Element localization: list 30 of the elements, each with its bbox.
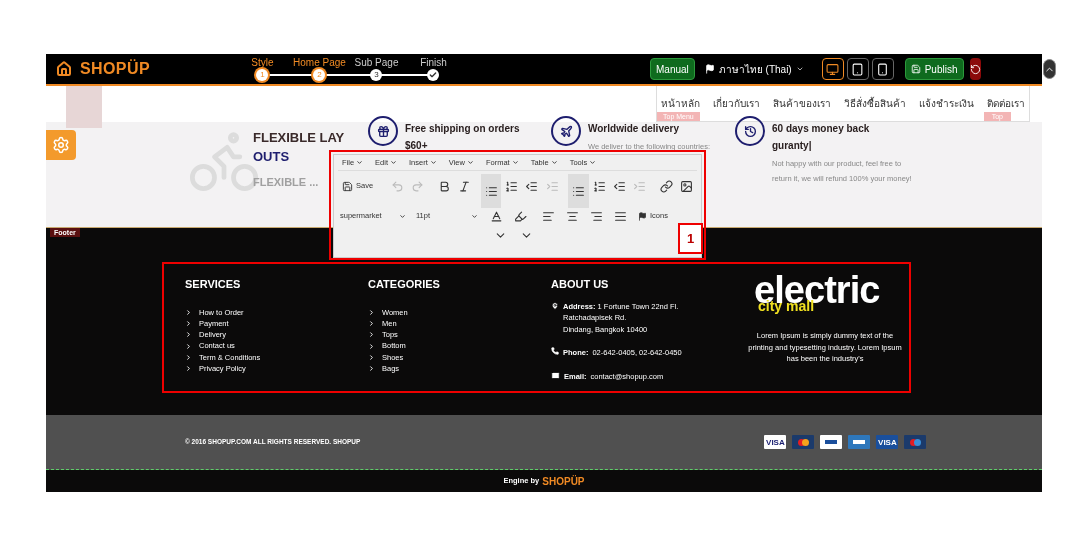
menu-item[interactable]: เกี่ยวกับเรา [713, 96, 760, 111]
feature-title: guranty| [772, 139, 812, 153]
manual-button[interactable]: Manual [650, 58, 695, 80]
feature-subtitle: FLEXIBLE ... [253, 175, 319, 190]
menu-item[interactable]: ติดต่อเรา [987, 96, 1025, 111]
column-heading: CATEGORIES [368, 277, 441, 292]
publish-button[interactable]: Publish [904, 58, 964, 80]
feature-title: Worldwide delivery [588, 122, 679, 136]
feature-title: Free shipping on orders [405, 122, 520, 136]
step-label[interactable]: Sub Page [354, 57, 399, 69]
feature-title: 60 days money back [772, 122, 870, 136]
feature-title: FLEXIBLE LAY [253, 129, 345, 147]
column-heading: ABOUT US [551, 277, 610, 292]
engine-logo: SHOPÜP [542, 474, 585, 489]
payment-card-icon: VISA [764, 435, 787, 449]
feature-title: OUTS [253, 148, 290, 166]
annotation-number: 1 [678, 223, 703, 254]
menu-item[interactable]: วิธีสั่งซื้อสินค้า [844, 96, 906, 111]
feature-title: $60+ [405, 139, 428, 153]
payment-card-icon: VISA [876, 435, 899, 449]
step-label[interactable]: Home Page [293, 57, 346, 69]
menu-item[interactable]: สินค้าของเรา [773, 96, 831, 111]
column-heading: SERVICES [185, 277, 242, 292]
logo: SHOPÜP [80, 58, 150, 79]
language-dropdown[interactable]: ภาษาไทย (Thai) [704, 61, 804, 77]
step-label[interactable]: Style [251, 57, 274, 69]
menu-item[interactable]: แจ้งชำระเงิน [919, 96, 974, 111]
step-label[interactable]: Finish [420, 57, 447, 69]
step-marker[interactable]: 3 [370, 69, 383, 81]
menu-item[interactable]: หน้าหลัก [661, 96, 700, 111]
